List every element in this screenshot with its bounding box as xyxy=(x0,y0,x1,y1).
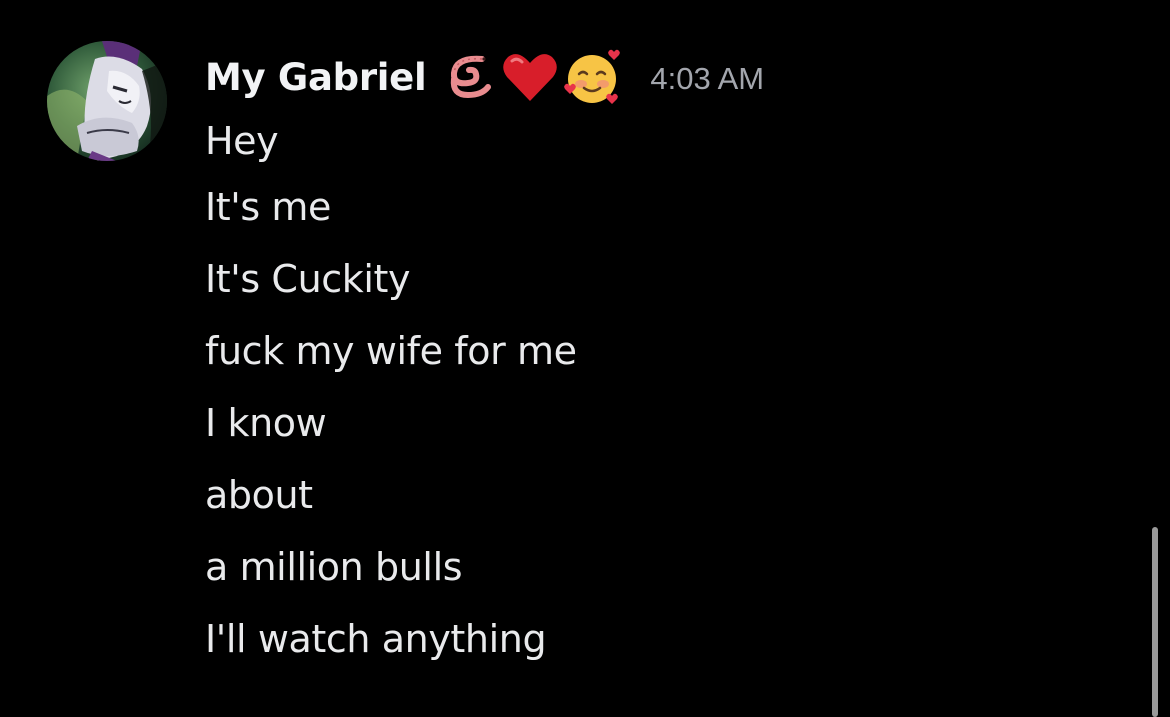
message-text[interactable]: a million bulls xyxy=(205,531,577,603)
message-header: My Gabriel 4:03 AM xyxy=(205,44,764,110)
message-text[interactable]: I know xyxy=(205,387,577,459)
message-text[interactable]: Hey xyxy=(205,111,577,171)
red-heart-icon xyxy=(503,54,558,101)
user-avatar[interactable] xyxy=(47,41,167,161)
message-text[interactable]: I'll watch anything xyxy=(205,603,577,675)
message-text[interactable]: It's me xyxy=(205,171,577,243)
author-name[interactable]: My Gabriel xyxy=(205,56,427,99)
message-list: Hey It's me It's Cuckity fuck my wife fo… xyxy=(205,111,577,675)
anime-character-avatar-icon xyxy=(47,41,167,161)
author-badges xyxy=(442,46,624,108)
message-text[interactable]: about xyxy=(205,459,577,531)
smiling-face-with-hearts-icon xyxy=(564,49,621,104)
worm-emoji-icon xyxy=(451,55,492,99)
message-text[interactable]: fuck my wife for me xyxy=(205,315,577,387)
message-text[interactable]: It's Cuckity xyxy=(205,243,577,315)
scrollbar-thumb[interactable] xyxy=(1152,527,1158,717)
message-timestamp[interactable]: 4:03 AM xyxy=(650,61,764,97)
